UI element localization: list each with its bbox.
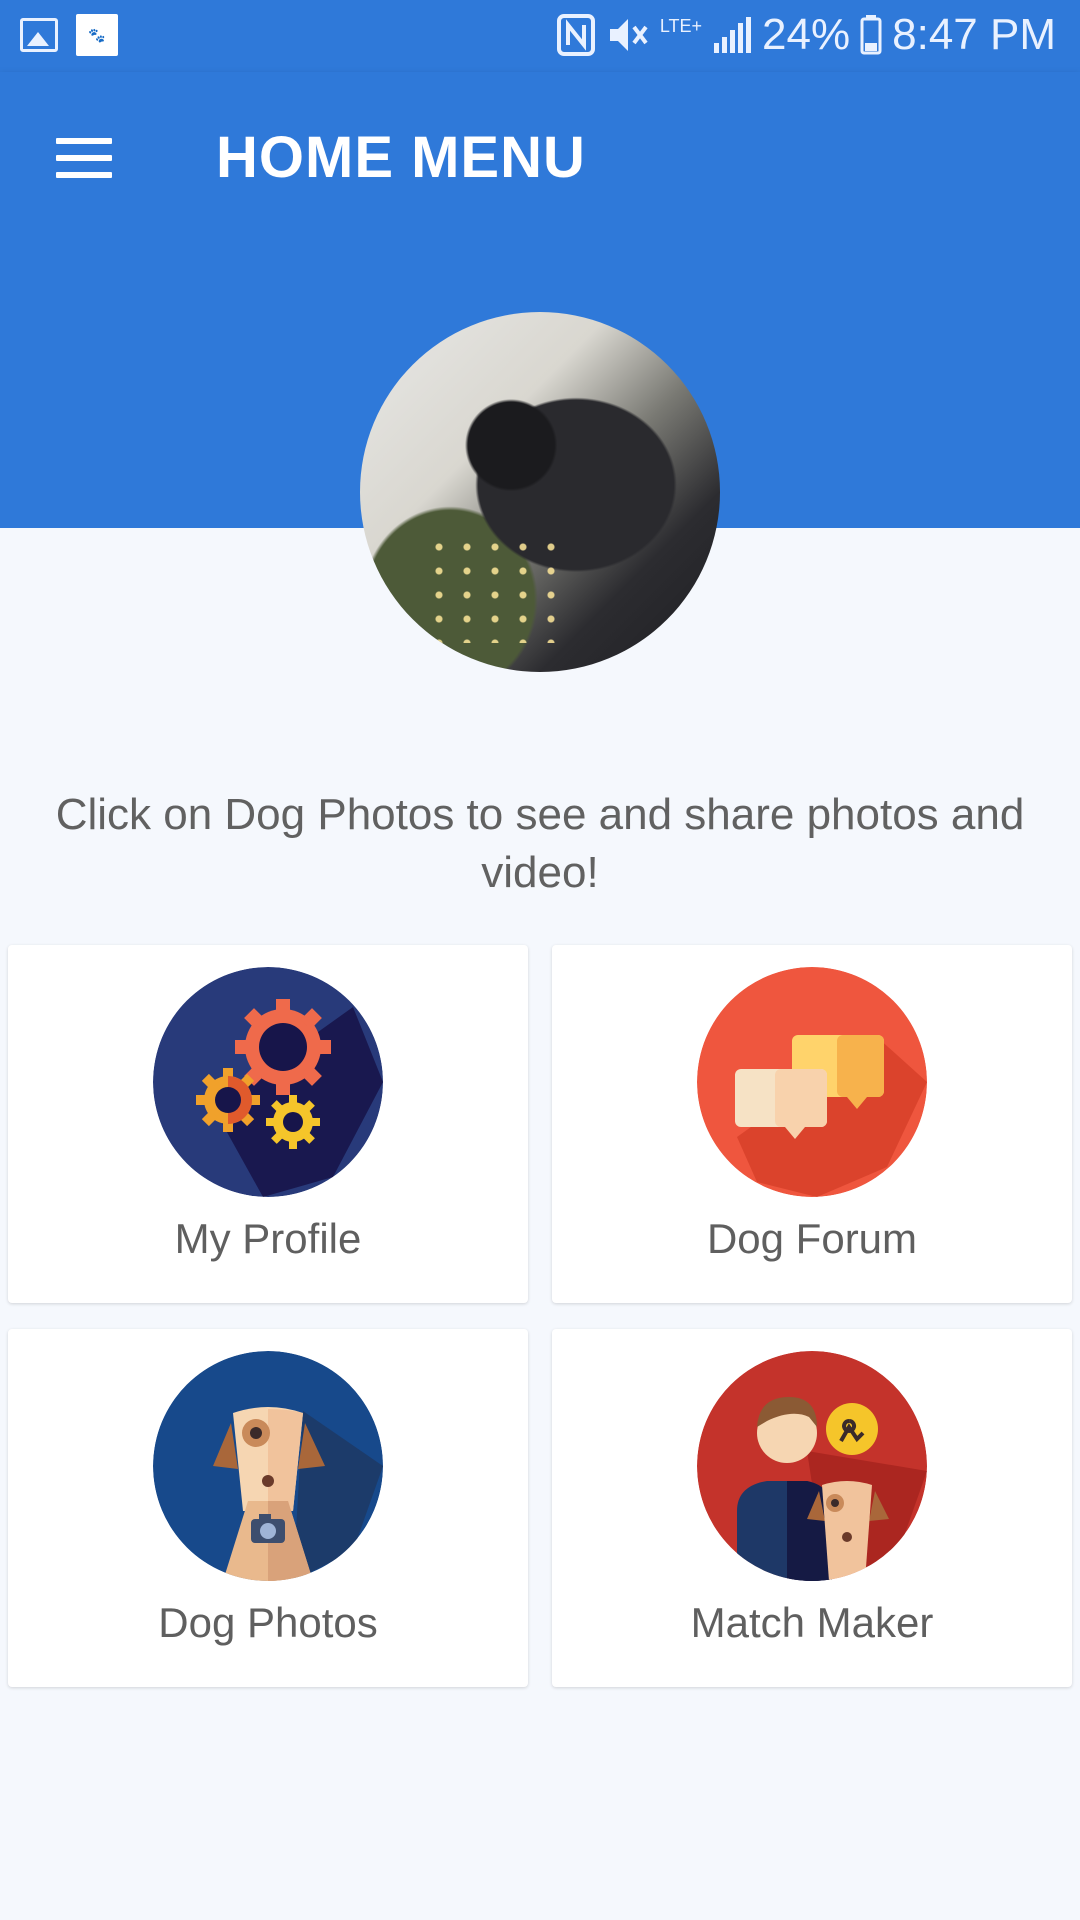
status-bar: 🐾 LTE+ 24% 8:47 PM [0,0,1080,72]
info-text: Click on Dog Photos to see and share pho… [55,790,1025,897]
app-notification-icon: 🐾 [76,14,118,56]
match-maker-card[interactable]: Match Maker [552,1329,1072,1687]
my-profile-label: My Profile [174,1215,362,1262]
dog-camera-icon [153,1351,383,1581]
page-title: HOME MENU [216,125,586,190]
person-dog-icon [697,1351,927,1581]
hamburger-menu-icon[interactable] [56,138,112,178]
dog-photos-card[interactable]: Dog Photos [8,1329,528,1687]
signal-icon [714,17,752,53]
battery-percent: 24% [762,10,851,59]
gears-icon [153,967,383,1197]
dog-photos-label: Dog Photos [158,1599,378,1646]
battery-icon [860,15,882,55]
my-profile-card[interactable]: My Profile [8,945,528,1303]
nfc-icon [556,14,595,56]
dog-forum-card[interactable]: Dog Forum [552,945,1072,1303]
dog-forum-label: Dog Forum [706,1215,918,1262]
network-type: LTE+ [659,16,703,36]
clock: 8:47 PM [892,10,1056,59]
match-maker-label: Match Maker [690,1599,934,1646]
gallery-notification-icon [20,18,58,52]
app-bar: HOME MENU [0,72,1080,240]
avatar[interactable] [360,312,720,672]
chat-bubbles-icon [697,967,927,1197]
vibrate-mute-icon [609,19,648,51]
